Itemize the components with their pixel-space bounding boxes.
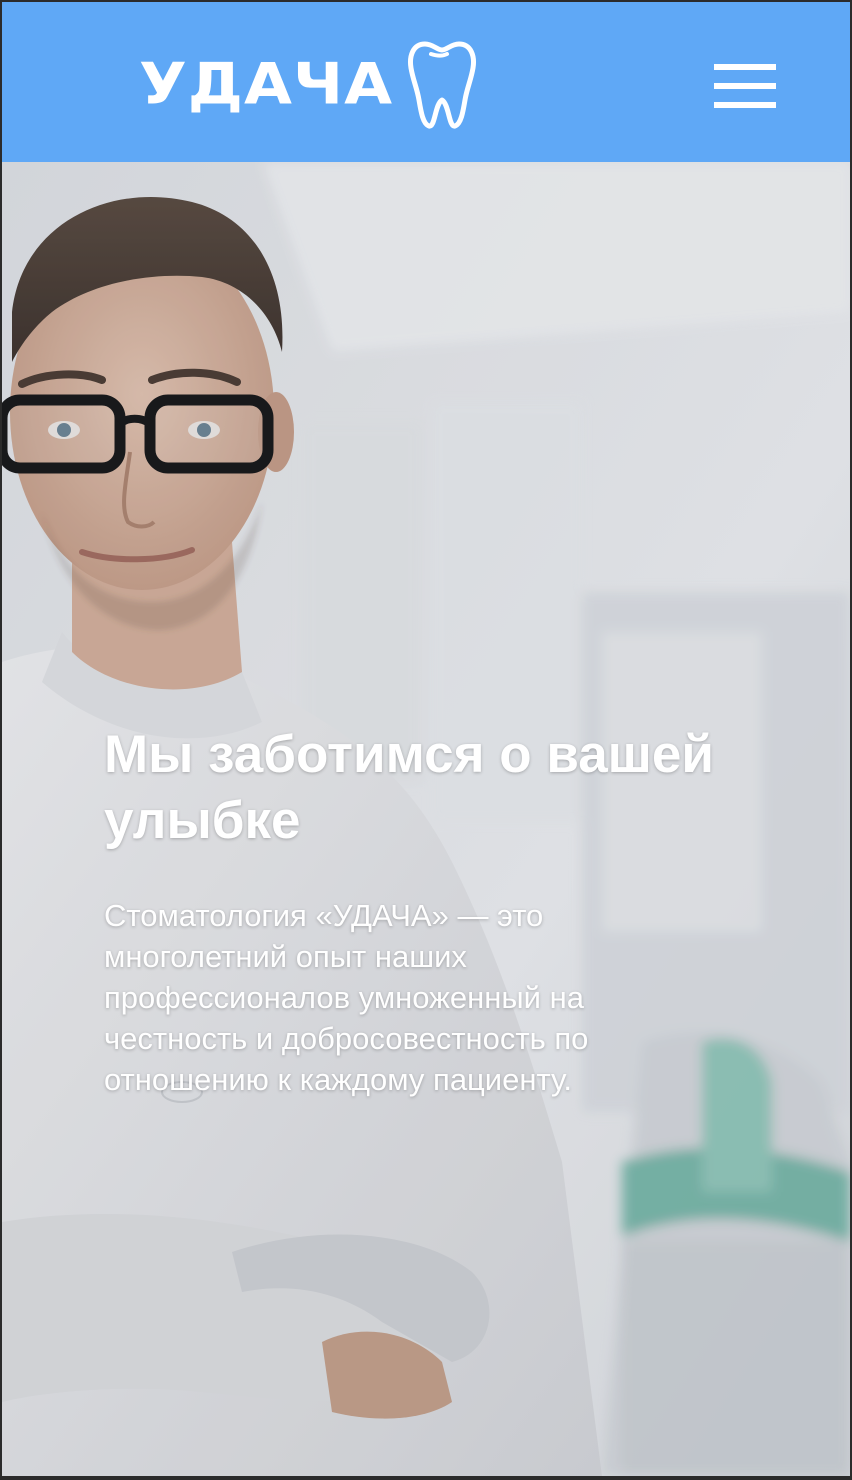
page: УДАЧА Мы заботимся о вашей улыбке Стомат… [2, 2, 850, 1476]
logo-text: УДАЧА [139, 49, 394, 118]
logo[interactable]: УДАЧА [139, 36, 477, 132]
hero-description: Стоматология «УДАЧА» — это многолетний о… [104, 898, 589, 1097]
menu-line [714, 64, 776, 70]
hero-section: Мы заботимся о вашей улыбке Стоматология… [2, 162, 850, 1476]
site-header: УДАЧА [2, 2, 850, 162]
hero-title: Мы заботимся о вашей улыбке [104, 725, 714, 850]
tooth-icon [408, 41, 477, 129]
menu-line [714, 83, 776, 89]
hamburger-menu-icon[interactable] [714, 64, 776, 112]
menu-line [714, 102, 776, 108]
